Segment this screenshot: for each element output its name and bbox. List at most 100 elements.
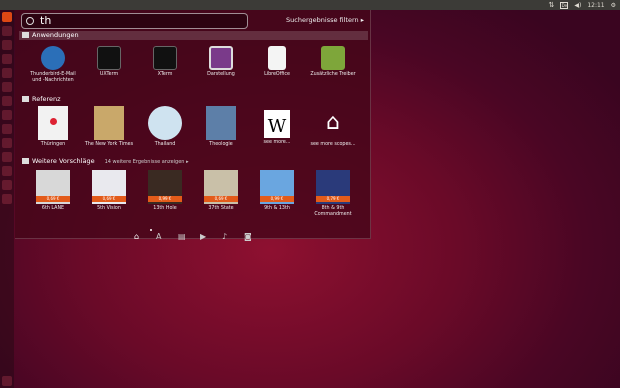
ref-label: Theologie <box>209 142 233 147</box>
app-label: XTerm <box>157 72 173 77</box>
app-label: Zusätzliche Treiber <box>310 72 356 77</box>
ref-label: Thüringen <box>40 142 66 147</box>
ref-nyt[interactable]: The New York Times <box>81 106 137 148</box>
ref-label: The New York Times <box>84 142 134 147</box>
globe-thumbnail <box>148 106 182 140</box>
search-query[interactable]: th <box>40 14 51 28</box>
dash-home-icon[interactable] <box>2 12 12 22</box>
album-cover: 0,99 € <box>148 170 182 204</box>
keyboard-indicator[interactable]: De <box>560 1 569 9</box>
app-label: Thunderbird-E-Mail und -Nachrichten <box>30 72 76 83</box>
section-title: Anwendungen <box>32 31 79 39</box>
app-uxterm[interactable]: UXTerm <box>81 46 137 78</box>
app-label: Darstellung <box>207 72 235 77</box>
album-item[interactable]: 0,69 € 6th LANE <box>25 170 81 212</box>
article-thumbnail <box>206 106 236 140</box>
app-additional-drivers[interactable]: Zusätzliche Treiber <box>305 46 361 78</box>
reference-icon <box>22 96 29 102</box>
section-header-reference: Referenz <box>19 95 368 104</box>
gear-icon[interactable]: ⚙ <box>611 2 616 9</box>
launcher-app-icon[interactable] <box>2 138 12 148</box>
ref-theologie[interactable]: Theologie <box>193 106 249 148</box>
album-label: 6th LANE <box>41 206 65 211</box>
app-darstellung[interactable]: Darstellung <box>193 46 249 78</box>
thunderbird-icon <box>41 46 65 70</box>
ref-thueringen[interactable]: Thüringen <box>25 106 81 148</box>
search-icon <box>26 17 34 25</box>
dash-panel: th Suchergebnisse filtern ▸ Anwendungen … <box>15 10 371 241</box>
section-title: Weitere Vorschläge <box>32 157 95 165</box>
price-badge: 0,99 € <box>148 196 182 202</box>
price-badge: 0,79 € <box>316 196 350 202</box>
music-lens-icon[interactable]: ♪ <box>222 232 227 241</box>
apps-lens-icon[interactable]: A <box>156 232 161 241</box>
terminal-icon <box>97 46 121 70</box>
launcher-app-icon[interactable] <box>2 96 12 106</box>
trash-icon[interactable] <box>2 376 12 386</box>
album-cover: 0,99 € <box>260 170 294 204</box>
app-label: LibreOffice <box>264 72 290 77</box>
launcher-app-icon[interactable] <box>2 166 12 176</box>
driver-icon <box>321 46 345 70</box>
album-label: 9th & 13th <box>264 206 290 211</box>
album-cover: 0,69 € <box>36 170 70 204</box>
app-xterm[interactable]: XTerm <box>137 46 193 78</box>
album-label: 13th Hole <box>153 206 177 211</box>
price-badge: 0,69 € <box>204 196 238 202</box>
ref-see-more[interactable]: W see more... <box>249 106 305 146</box>
launcher-app-icon[interactable] <box>2 26 12 36</box>
album-item[interactable]: 0,69 € 5th Vision <box>81 170 137 212</box>
album-item[interactable]: 0,99 € 9th & 13th <box>249 170 305 212</box>
shopping-icon <box>22 158 29 164</box>
launcher-app-icon[interactable] <box>2 68 12 78</box>
launcher-app-icon[interactable] <box>2 82 12 92</box>
show-more-results-link[interactable]: 14 weitere Ergebnisse anzeigen ▸ <box>105 159 189 165</box>
video-lens-icon[interactable]: ▶ <box>200 232 206 241</box>
album-cover: 0,69 € <box>204 170 238 204</box>
album-cover: 0,69 € <box>92 170 126 204</box>
launcher-app-icon[interactable] <box>2 124 12 134</box>
filter-results-button[interactable]: Suchergebnisse filtern ▸ <box>286 16 364 24</box>
top-panel: ⇅ De ◀) 12:11 ⚙ <box>0 0 620 10</box>
ref-label: Thailand <box>154 142 176 147</box>
map-thumbnail <box>38 106 68 140</box>
files-lens-icon[interactable]: ▤ <box>178 232 186 241</box>
launcher <box>0 10 14 388</box>
app-libreoffice[interactable]: LibreOffice <box>249 46 305 78</box>
newspaper-thumbnail <box>94 106 124 140</box>
display-icon <box>209 46 233 70</box>
launcher-app-icon[interactable] <box>2 40 12 50</box>
price-badge: 0,99 € <box>260 196 294 202</box>
price-badge: 0,69 € <box>36 196 70 202</box>
section-title: Referenz <box>32 95 61 103</box>
ref-label: see more scopes... <box>310 142 356 147</box>
ref-see-more-scopes[interactable]: ⌂ see more scopes... <box>305 106 361 148</box>
document-icon <box>268 46 286 70</box>
network-icon[interactable]: ⇅ <box>548 1 554 9</box>
album-item[interactable]: 0,79 € 8th & 9th Commandment <box>305 170 361 218</box>
album-label: 5th Vision <box>97 206 121 211</box>
search-input[interactable]: th <box>21 13 248 29</box>
apps-icon <box>22 32 29 38</box>
launcher-app-icon[interactable] <box>2 54 12 64</box>
album-label: 37th State <box>208 206 234 211</box>
launcher-app-icon[interactable] <box>2 194 12 204</box>
photo-lens-icon[interactable]: ◙ <box>244 232 252 241</box>
library-icon: ⌂ <box>326 110 340 135</box>
ref-thailand[interactable]: Thailand <box>137 106 193 148</box>
launcher-app-icon[interactable] <box>2 110 12 120</box>
album-label: 8th & 9th Commandment <box>314 206 352 217</box>
clock[interactable]: 12:11 <box>587 2 604 9</box>
app-thunderbird[interactable]: Thunderbird-E-Mail und -Nachrichten <box>25 46 81 84</box>
app-label: UXTerm <box>99 72 119 77</box>
album-item[interactable]: 0,69 € 37th State <box>193 170 249 212</box>
ref-label: see more... <box>263 140 291 145</box>
volume-icon[interactable]: ◀) <box>574 2 581 9</box>
launcher-app-icon[interactable] <box>2 180 12 190</box>
home-lens-icon[interactable]: ⌂ <box>134 232 139 241</box>
price-badge: 0,69 € <box>92 196 126 202</box>
section-header-apps: Anwendungen <box>19 31 368 40</box>
active-lens-indicator <box>150 229 152 231</box>
launcher-app-icon[interactable] <box>2 152 12 162</box>
album-item[interactable]: 0,99 € 13th Hole <box>137 170 193 212</box>
